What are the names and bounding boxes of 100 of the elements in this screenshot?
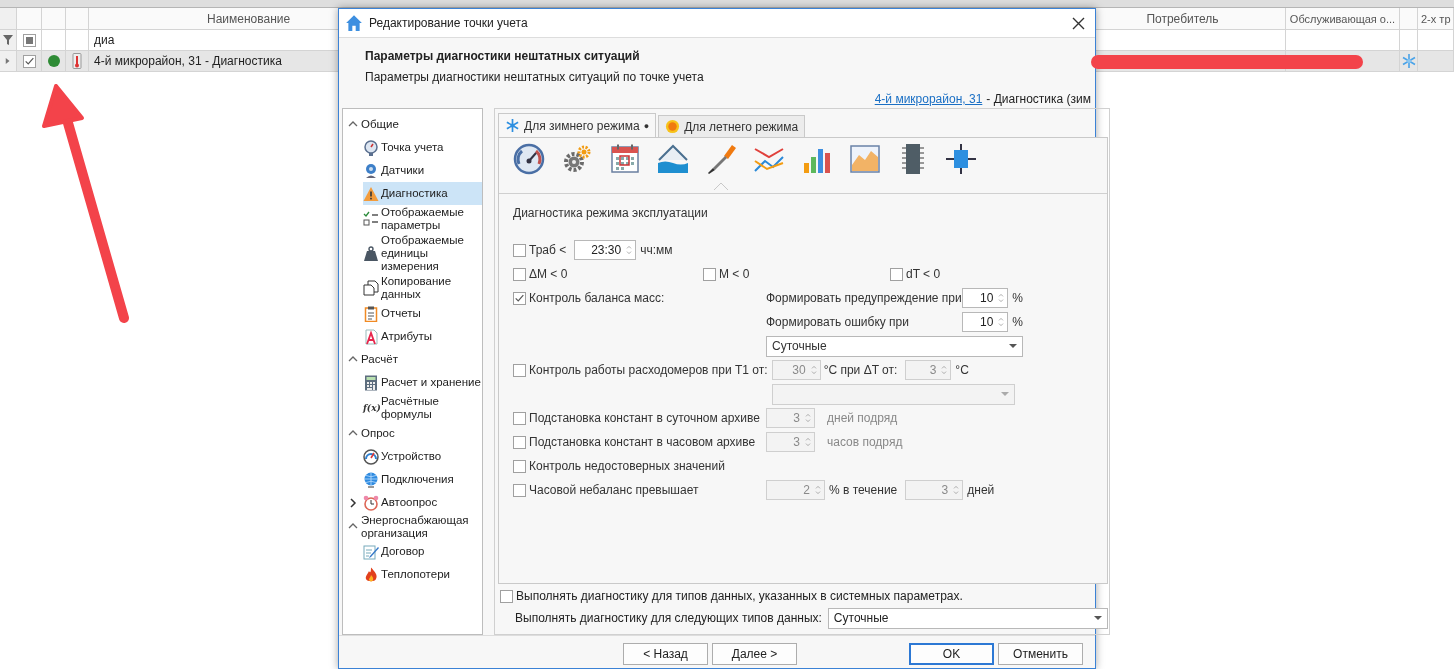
- nav-item[interactable]: Отчеты: [363, 302, 482, 325]
- snowflake-icon: [505, 118, 520, 133]
- dialog-button[interactable]: Далее >: [712, 643, 797, 665]
- caret-icon: [1000, 390, 1009, 398]
- expand-triangle-icon: [5, 58, 11, 64]
- checkbox-label: Траб <: [529, 243, 567, 257]
- checkbox[interactable]: [513, 435, 526, 449]
- breadcrumb-text: - Диагностика (зим: [986, 92, 1091, 106]
- nav-item[interactable]: Теплопотери: [363, 563, 482, 586]
- unit-label: %: [1012, 291, 1023, 305]
- number-field[interactable]: 10: [962, 288, 1009, 308]
- checkbox-label: Контроль баланса масс:: [529, 291, 665, 305]
- tab[interactable]: Для летнего режима: [658, 115, 806, 137]
- spin-arrows-icon: [940, 366, 949, 374]
- nav-item[interactable]: Расчет и хранение: [363, 371, 482, 394]
- dropdown[interactable]: Суточные: [827, 607, 1108, 629]
- status-dot-icon: [47, 55, 60, 67]
- unit-label: % в течение: [829, 483, 898, 497]
- window-title: Редактирование точки учета: [369, 16, 528, 30]
- checkbox-label: Контроль работы расходомеров при T1 от:: [529, 363, 768, 377]
- spin-arrows-icon: [814, 486, 822, 494]
- checkbox[interactable]: [513, 243, 526, 257]
- dialog-button[interactable]: < Назад: [623, 643, 708, 665]
- calculator-icon: [363, 374, 379, 391]
- weight-icon: [363, 245, 379, 262]
- checkbox[interactable]: [513, 459, 526, 473]
- checkbox-label: Выполнять диагностику для типов данных, указанных в системных параметрах.: [516, 589, 963, 603]
- checklist-icon: [363, 211, 379, 227]
- number-field[interactable]: 23:30: [574, 240, 637, 260]
- copy-icon: [363, 280, 379, 296]
- flame-icon: [363, 566, 379, 583]
- spin-arrows-icon: [997, 294, 1006, 302]
- globe-icon: [363, 471, 379, 488]
- checkbox-label: M < 0: [719, 267, 750, 281]
- tab[interactable]: Для зимнего режима ●: [498, 113, 657, 137]
- nav-item[interactable]: Датчики: [363, 159, 482, 182]
- area-chart-icon: [849, 143, 881, 175]
- gears-icon: [561, 143, 593, 175]
- warning-icon: [363, 185, 379, 202]
- column-header[interactable]: 2-х тр: [1418, 8, 1454, 29]
- gauge-icon: [513, 143, 545, 175]
- field-label: Выполнять диагностику для следующих типов данных:: [515, 611, 822, 625]
- home-icon: [345, 14, 363, 32]
- document-icon: [363, 328, 379, 345]
- checkbox-label: Часовой небаланс превышает: [529, 483, 699, 497]
- checkbox[interactable]: [890, 267, 903, 281]
- checkbox-label: ΔM < 0: [529, 267, 568, 281]
- spin-arrows-icon: [625, 246, 634, 254]
- unit-label: чч:мм: [640, 243, 673, 257]
- checkbox[interactable]: [703, 267, 716, 281]
- section-label[interactable]: Опрос: [361, 427, 395, 440]
- gauge-icon: [363, 448, 379, 465]
- nav-item[interactable]: Отображаемые единицы измерения: [363, 233, 482, 274]
- checkbox[interactable]: [513, 267, 526, 281]
- section-title: Диагностика режима эксплуатации: [513, 206, 709, 220]
- checkbox[interactable]: [513, 411, 526, 425]
- nav-item[interactable]: Атрибуты: [363, 325, 482, 348]
- checkbox-label: dT < 0: [906, 267, 941, 281]
- checkbox-label: Подстановка констант в суточном архиве: [529, 411, 760, 425]
- checkbox[interactable]: [22, 54, 36, 68]
- caret-icon: [1009, 342, 1017, 350]
- dialog-button[interactable]: OK: [909, 643, 994, 665]
- checkbox[interactable]: [513, 363, 526, 377]
- section-label[interactable]: Расчёт: [361, 353, 398, 366]
- checkbox[interactable]: [500, 589, 513, 603]
- webcam-icon: [363, 162, 379, 179]
- nav-item[interactable]: Копирование данных: [363, 274, 482, 302]
- alarm-clock-icon: [363, 494, 379, 511]
- section-label[interactable]: Энергоснабжающая организация: [361, 514, 482, 540]
- unit-label: часов подряд: [827, 435, 903, 449]
- section-label[interactable]: Общие: [361, 118, 399, 131]
- number-field[interactable]: 10: [962, 312, 1009, 332]
- field-label: Формировать предупреждение при: [766, 291, 962, 305]
- clipboard-icon: [363, 305, 379, 322]
- dialog-button[interactable]: Отменить: [998, 643, 1083, 665]
- calendar-icon: [609, 143, 641, 175]
- checkbox-label: Контроль недостоверных значений: [529, 459, 725, 473]
- nav-item[interactable]: Автоопрос: [363, 491, 482, 514]
- checkbox[interactable]: [513, 483, 526, 497]
- dropdown[interactable]: Суточные: [766, 335, 1023, 357]
- unit-label: дней: [967, 483, 995, 497]
- spin-arrows-icon: [804, 414, 812, 422]
- nav-item[interactable]: Точка учета: [363, 136, 482, 159]
- square-icon: [25, 36, 33, 44]
- nav-item[interactable]: Договор: [363, 540, 482, 563]
- spin-arrows-icon: [997, 318, 1006, 326]
- nav-item[interactable]: Отображаемые параметры: [363, 205, 482, 233]
- checkbox[interactable]: [22, 33, 36, 47]
- spin-arrows-icon: [952, 486, 961, 494]
- breadcrumb-link[interactable]: 4-й микрорайон, 31: [874, 92, 983, 106]
- nav-item[interactable]: Устройство: [363, 445, 482, 468]
- checkbox[interactable]: [513, 291, 526, 305]
- nav-item[interactable]: Диагностика: [363, 182, 482, 205]
- pen-document-icon: [363, 543, 379, 560]
- filter-icon: [3, 35, 13, 45]
- unit-label: °C при ΔT от:: [823, 363, 898, 377]
- unit-label: дней подряд: [827, 411, 898, 425]
- column-header[interactable]: Обслуживающая о...: [1286, 8, 1400, 29]
- nav-item[interactable]: Подключения: [363, 468, 482, 491]
- gauge-icon: [363, 139, 379, 156]
